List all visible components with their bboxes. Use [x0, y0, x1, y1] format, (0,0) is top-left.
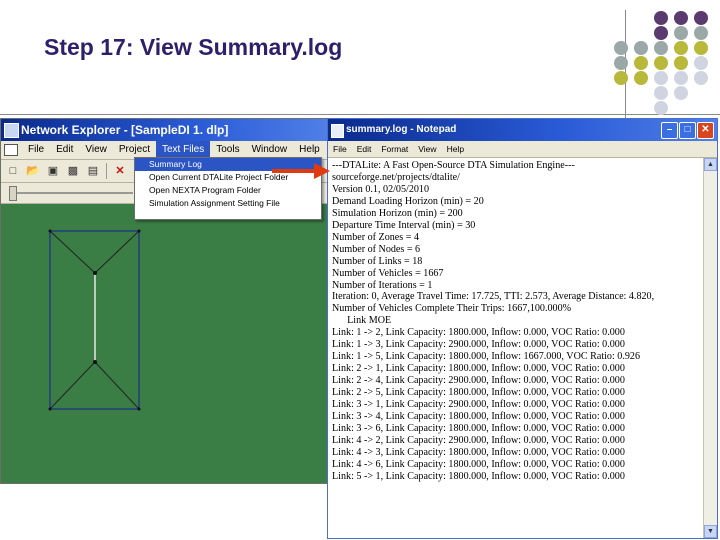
- decorative-dot: [694, 41, 708, 55]
- log-line: Link: 2 -> 5, Link Capacity: 1800.000, I…: [332, 387, 625, 399]
- decorative-dot: [694, 71, 708, 85]
- network-link: [49, 361, 96, 410]
- notepad-menu-help[interactable]: Help: [442, 144, 469, 154]
- network-node: [48, 229, 52, 233]
- network-node: [137, 229, 141, 233]
- decorative-dot: [654, 41, 668, 55]
- decorative-dot: [634, 71, 648, 85]
- scroll-up-icon[interactable]: ▲: [704, 158, 717, 171]
- decorative-dot: [654, 71, 668, 85]
- decorative-dot: [674, 26, 688, 40]
- notepad-menu-edit[interactable]: Edit: [352, 144, 377, 154]
- notepad-menu-bar: File Edit Format View Help: [328, 141, 717, 158]
- minimize-button[interactable]: –: [661, 122, 678, 139]
- log-line: Link: 1 -> 2, Link Capacity: 1800.000, I…: [332, 327, 625, 339]
- dropdown-item-open-nexta-folder[interactable]: Open NEXTA Program Folder: [135, 184, 321, 197]
- decorative-dot: [634, 41, 648, 55]
- network-node: [48, 407, 52, 411]
- log-line: Link: 1 -> 5, Link Capacity: 1800.000, I…: [332, 351, 641, 363]
- decorative-dot: [614, 41, 628, 55]
- log-line: Link: 4 -> 3, Link Capacity: 1800.000, I…: [332, 446, 625, 458]
- notepad-menu-format[interactable]: Format: [376, 144, 413, 154]
- log-line: Simulation Horizon (min) = 200: [332, 207, 463, 219]
- decorative-dot: [674, 56, 688, 70]
- network-node: [93, 271, 97, 275]
- log-line: Number of Nodes = 6: [332, 243, 421, 255]
- log-line: Version 0.1, 02/05/2010: [332, 183, 430, 195]
- notepad-text-area[interactable]: ---DTALite: A Fast Open-Source DTA Simul…: [328, 158, 703, 538]
- decorative-dot: [654, 11, 668, 25]
- log-line: Demand Loading Horizon (min) = 20: [332, 195, 484, 207]
- decorative-horizontal-line: [0, 114, 720, 115]
- log-line: sourceforge.net/projects/dtalite/: [332, 171, 460, 183]
- decorative-dot: [694, 56, 708, 70]
- decorative-dot: [654, 86, 668, 100]
- log-line: Link: 2 -> 4, Link Capacity: 2900.000, I…: [332, 375, 625, 387]
- log-line: Link: 4 -> 2, Link Capacity: 2900.000, I…: [332, 434, 625, 446]
- decorative-dot: [694, 11, 708, 25]
- decorative-dot: [654, 56, 668, 70]
- vertical-scrollbar[interactable]: ▲ ▼: [703, 158, 717, 538]
- log-line: Link: 3 -> 4, Link Capacity: 1800.000, I…: [332, 411, 625, 423]
- network-link: [94, 361, 140, 410]
- log-line: Link: 1 -> 3, Link Capacity: 2900.000, I…: [332, 339, 625, 351]
- notepad-window: summary.log - Notepad – □ ✕ File Edit Fo…: [327, 118, 718, 539]
- notepad-menu-file[interactable]: File: [328, 144, 352, 154]
- close-button[interactable]: ✕: [697, 122, 714, 139]
- log-line: Link: 5 -> 1, Link Capacity: 1800.000, I…: [332, 470, 625, 482]
- log-line: Number of Links = 18: [332, 255, 423, 267]
- slide-title: Step 17: View Summary.log: [44, 34, 343, 60]
- decorative-dot: [614, 71, 628, 85]
- notepad-menu-view[interactable]: View: [413, 144, 441, 154]
- red-arrow-icon: [272, 163, 330, 179]
- notepad-icon: [331, 124, 344, 138]
- scroll-down-icon[interactable]: ▼: [704, 525, 717, 538]
- maximize-button[interactable]: □: [679, 122, 696, 139]
- log-line: Number of Zones = 4: [332, 231, 419, 243]
- log-line: Link: 2 -> 1, Link Capacity: 1800.000, I…: [332, 363, 625, 375]
- log-line: Link: 3 -> 1, Link Capacity: 2900.000, I…: [332, 399, 625, 411]
- log-line: Departure Time Interval (min) = 30: [332, 219, 476, 231]
- decorative-dot: [654, 26, 668, 40]
- decorative-dot: [654, 101, 668, 115]
- log-line: Number of Iterations = 1: [332, 279, 433, 291]
- network-node: [137, 407, 141, 411]
- decorative-dot: [634, 56, 648, 70]
- dropdown-item-simulation-setting[interactable]: Simulation Assignment Setting File: [135, 197, 321, 210]
- decorative-dot: [674, 71, 688, 85]
- notepad-title: summary.log - Notepad: [346, 124, 457, 135]
- log-line: Iteration: 0, Average Travel Time: 17.72…: [332, 291, 655, 303]
- network-link: [49, 230, 96, 274]
- decorative-dot-grid: [611, 10, 717, 115]
- decorative-dot: [674, 41, 688, 55]
- log-line: Link MOE: [332, 315, 392, 327]
- network-node: [93, 360, 97, 364]
- notepad-title-bar[interactable]: summary.log - Notepad – □ ✕: [328, 119, 717, 141]
- log-line: ---DTALite: A Fast Open-Source DTA Simul…: [332, 160, 575, 171]
- decorative-dot: [674, 86, 688, 100]
- decorative-dot: [674, 11, 688, 25]
- decorative-dot: [694, 26, 708, 40]
- log-line: Number of Vehicles Complete Their Trips:…: [332, 303, 572, 315]
- log-line: Link: 3 -> 6, Link Capacity: 1800.000, I…: [332, 422, 625, 434]
- network-link: [94, 230, 140, 274]
- decorative-dot: [614, 56, 628, 70]
- log-line: Link: 4 -> 6, Link Capacity: 1800.000, I…: [332, 458, 625, 470]
- log-line: Number of Vehicles = 1667: [332, 267, 444, 279]
